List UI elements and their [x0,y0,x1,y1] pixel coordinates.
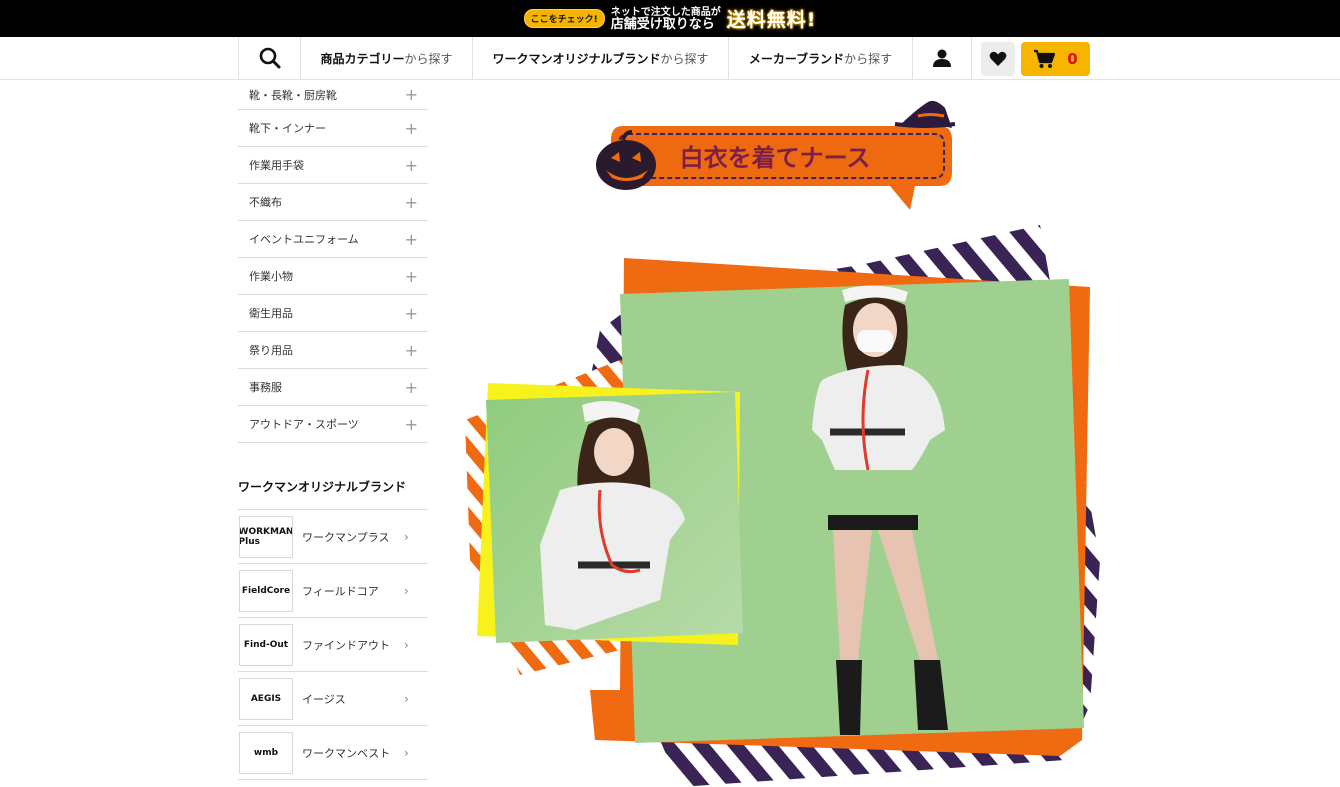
user-icon [933,49,951,67]
brand-label: ワークマンプラス [302,530,390,544]
account-button[interactable] [912,37,972,79]
cart-button[interactable]: 0 [1021,42,1090,76]
nav-original-brand[interactable]: ワークマンオリジナルブランド から探す [472,37,728,79]
expand-plus-icon[interactable]: + [405,119,418,138]
heart-icon [989,51,1007,66]
favorites-button[interactable] [981,42,1015,76]
category-label: 作業用手袋 [249,159,304,172]
check-here-pill: ここをチェック! [523,9,605,28]
brand-item[interactable]: Find-Out ファインドアウト › [238,618,428,672]
category-item[interactable]: 作業小物 + [238,258,428,295]
expand-plus-icon[interactable]: + [405,193,418,212]
category-item[interactable]: 不織布 + [238,184,428,221]
category-label: 不織布 [249,196,282,209]
brand-item[interactable]: FieldCore フィールドコア › [238,564,428,618]
cart-icon [1034,49,1056,68]
sidebar: 靴・長靴・厨房靴 + 靴下・インナー + 作業用手袋 + 不織布 + イベントユニフォーム + 作業… [238,80,428,780]
category-label: 衛生用品 [249,307,293,320]
category-label: アウトドア・スポーツ [249,418,359,431]
nav-category-suffix: から探す [404,51,453,66]
brand-label: フィールドコア [302,584,379,598]
expand-plus-icon[interactable]: + [405,304,418,323]
nav-maker-label: メーカーブランド [748,51,845,66]
expand-plus-icon[interactable]: + [405,156,418,175]
category-label: イベントユニフォーム [249,233,359,246]
category-label: 作業小物 [249,270,293,283]
banner-text: ネットで注文した商品が 店舗受け取りなら [611,7,721,31]
expand-plus-icon[interactable]: + [405,378,418,397]
chevron-right-icon: › [404,745,409,760]
brand-logo: wmb [239,731,293,774]
chevron-right-icon: › [404,637,409,652]
search-button[interactable] [238,37,300,79]
secondary-photo [486,392,743,643]
brand-label: ワークマンベスト [302,746,391,760]
nav-original-suffix: から探す [660,51,709,66]
category-item[interactable]: 靴・長靴・厨房靴 + [238,80,428,110]
brand-logo: AEGIS [239,677,293,720]
brand-item[interactable]: WORKMAN Plus ワークマンプラス › [238,510,428,564]
halloween-hero[interactable]: 白衣を着てナース [440,80,1120,787]
hero-graphic: 白衣を着てナース [465,100,1100,787]
category-item[interactable]: 衛生用品 + [238,295,428,332]
category-item[interactable]: 祭り用品 + [238,332,428,369]
chevron-right-icon: › [404,691,409,706]
expand-plus-icon[interactable]: + [405,267,418,286]
search-icon [259,47,280,69]
category-item[interactable]: イベントユニフォーム + [238,221,428,258]
promo-banner[interactable]: ここをチェック! ネットで注文した商品が 店舗受け取りなら 送料無料! [0,0,1340,37]
main-nav: 商品カテゴリー から探す ワークマンオリジナルブランド から探す メーカーブランドか… [238,37,972,79]
cart-count: 0 [1067,50,1078,68]
hero-title: 白衣を着てナース [680,144,871,172]
brand-label: イージス [302,692,346,706]
category-item[interactable]: アウトドア・スポーツ + [238,406,428,443]
brand-list: WORKMAN Plus ワークマンプラス › FieldCore フィールドコア › Fi… [238,509,428,780]
chevron-right-icon: › [404,529,409,544]
nav-category[interactable]: 商品カテゴリー から探す [300,37,472,79]
brand-item[interactable]: wmb ワークマンベスト › [238,726,428,780]
nav-category-label: 商品カテゴリー [320,51,405,66]
category-label: 靴下・インナー [249,122,326,135]
expand-plus-icon[interactable]: + [405,415,418,434]
site-header: 商品カテゴリー から探す ワークマンオリジナルブランド から探す メーカーブランドか… [0,37,1340,80]
category-item[interactable]: 事務服 + [238,369,428,406]
brand-heading: ワークマンオリジナルブランド [238,480,407,494]
nav-maker-suffix: から探す [844,51,893,66]
nav-maker-brand[interactable]: メーカーブランド から探す [728,37,912,79]
chevron-right-icon: › [404,583,409,598]
brand-logo: Find-Out [239,623,293,666]
nav-original-label: ワークマンオリジナルブランド [492,51,661,66]
free-shipping-text: 送料無料! [726,9,817,31]
brand-logo: WORKMAN Plus [239,515,293,558]
brand-logo: FieldCore [239,569,293,612]
brand-item[interactable]: AEGIS イージス › [238,672,428,726]
category-item[interactable]: 作業用手袋 + [238,147,428,184]
category-label: 祭り用品 [249,344,293,357]
brand-label: ファインドアウト [302,638,390,652]
expand-plus-icon[interactable]: + [405,230,418,249]
expand-plus-icon[interactable]: + [405,85,418,104]
banner-line2: 店舗受け取りなら [610,16,715,32]
banner-line1: ネットで注文した商品が [610,6,721,18]
expand-plus-icon[interactable]: + [405,341,418,360]
category-item[interactable]: 靴下・インナー + [238,110,428,147]
category-list: 靴・長靴・厨房靴 + 靴下・インナー + 作業用手袋 + 不織布 + イベントユニフォーム + 作業… [238,80,428,443]
category-label: 事務服 [249,381,282,394]
category-label: 靴・長靴・厨房靴 [249,88,337,102]
